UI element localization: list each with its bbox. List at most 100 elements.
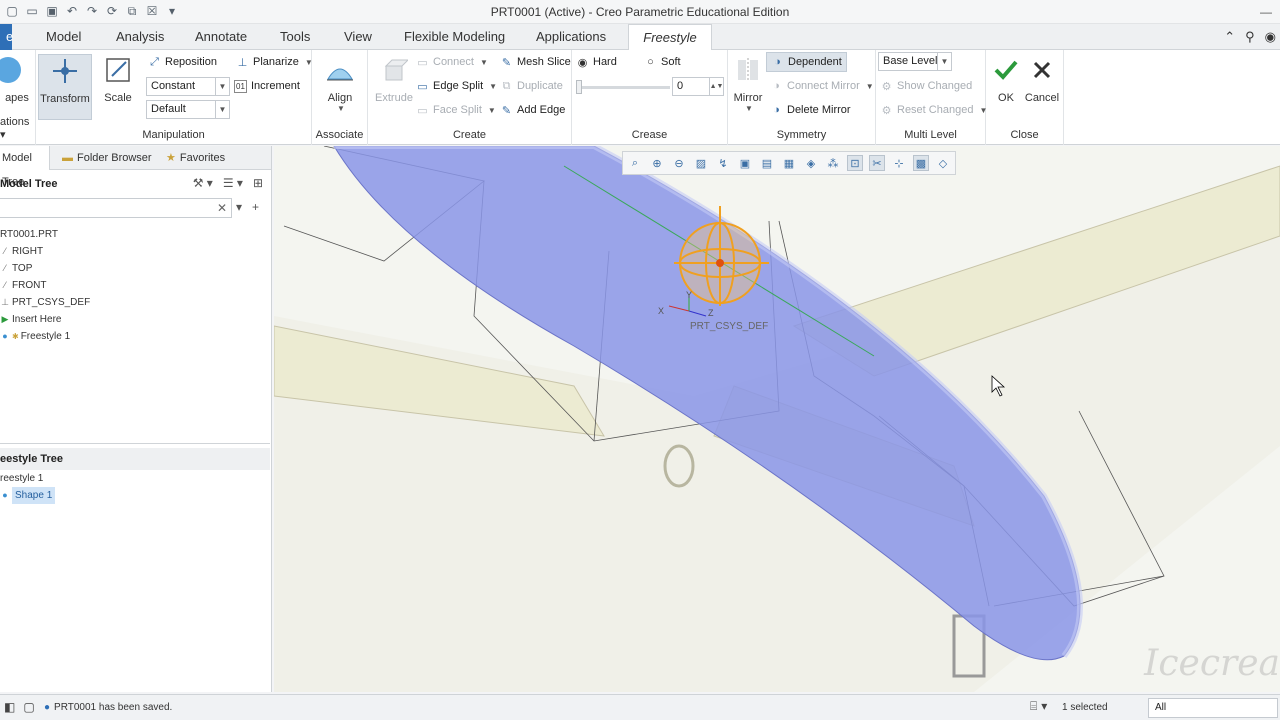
scale-icon [102, 54, 134, 86]
ok-button[interactable]: OK [986, 54, 1026, 120]
increment-button[interactable]: 01 Increment [234, 76, 300, 96]
show-changed-button[interactable]: ⚙ Show Changed [880, 76, 973, 96]
show-changed-icon: ⚙ [881, 80, 892, 93]
reorient-icon[interactable]: ↯ [715, 155, 731, 171]
panel-divider[interactable] [0, 443, 270, 444]
zoom-in-icon[interactable]: ⊕ [649, 155, 665, 171]
search-icon[interactable]: ⚲ [1245, 29, 1255, 45]
dropdown-icon[interactable]: ▾ [236, 200, 242, 214]
tab-annotate[interactable]: Annotate [183, 24, 259, 50]
tab-freestyle[interactable]: Freestyle [628, 24, 712, 50]
annotation-display-icon[interactable]: ⊡ [847, 155, 863, 171]
mesh-display-icon[interactable]: ▩ [913, 155, 929, 171]
connect-mirror-button[interactable]: ◑ Connect Mirror ▼ [770, 76, 874, 96]
cancel-button[interactable]: Cancel [1022, 54, 1062, 120]
spin-center-icon[interactable]: ✂ [869, 155, 885, 171]
planarize-button[interactable]: ⊥ Planarize ▼ [236, 52, 313, 72]
add-icon[interactable]: + [252, 200, 259, 214]
view-manager-icon[interactable]: ▤ [759, 155, 775, 171]
tab-file[interactable]: e [0, 24, 13, 50]
saved-views-icon[interactable]: ▣ [737, 155, 753, 171]
extrude-button[interactable]: Extrude [368, 54, 420, 120]
tab-model[interactable]: Model [34, 24, 93, 50]
face-split-button[interactable]: ▭ Face Split ▼ [416, 100, 496, 120]
transform-button[interactable]: Transform [38, 54, 92, 120]
settings-icon[interactable]: ⚒ ▾ [193, 176, 213, 190]
watermark-logo: Icecrea [1144, 643, 1280, 684]
mirror-dropdown-icon[interactable]: ▼ [745, 104, 753, 113]
clear-icon[interactable]: ✕ [217, 201, 227, 215]
freestyle-feature-icon: ● [2, 331, 8, 341]
crease-value-input[interactable]: 0 ▲▼ [672, 77, 724, 96]
graphics-viewport[interactable]: X Y Z PRT_CSYS_DEF ⌕ ⊕ ⊖ ▨ ↯ ▣ ▤ ▦ ◈ ⁂ ⊡… [274, 146, 1280, 692]
group-shapes-label[interactable]: ations ▾ [0, 116, 35, 141]
base-level-select[interactable]: Base Level ▼ [878, 52, 952, 71]
tab-favorites[interactable]: ★ Favorites [160, 146, 231, 170]
crease-slider[interactable] [576, 80, 670, 94]
edge-split-button[interactable]: ▭ Edge Split ▼ [416, 76, 497, 96]
add-edge-button[interactable]: ✎ Add Edge [500, 100, 565, 120]
align-button[interactable]: Align ▼ [314, 54, 366, 120]
hard-radio[interactable]: ◉ Hard [576, 52, 617, 72]
repaint-icon[interactable]: ▨ [693, 155, 709, 171]
help-icon[interactable]: ◉ [1265, 29, 1276, 45]
browser-toggle-icon[interactable]: ▢ [23, 700, 34, 714]
tree-item-csys[interactable]: ⊥ PRT_CSYS_DEF [0, 294, 270, 311]
info-icon: ● [44, 702, 51, 713]
dependent-icon: ◑ [774, 56, 781, 68]
chevron-down-icon[interactable]: ▾ [1041, 699, 1047, 714]
tree-item-right[interactable]: ⁄ RIGHT [0, 243, 270, 260]
display-style-icon[interactable]: ▦ [781, 155, 797, 171]
tree-item-top[interactable]: ⁄ TOP [0, 260, 270, 277]
duplicate-button[interactable]: ⧉ Duplicate [500, 76, 563, 96]
tab-analysis[interactable]: Analysis [104, 24, 176, 50]
minimize-icon[interactable]: — [1252, 0, 1280, 24]
show-icon[interactable]: ☰ ▾ [223, 176, 243, 190]
dependent-button[interactable]: ◑ Dependent [766, 52, 847, 72]
delete-mirror-icon: ◑ [773, 104, 780, 116]
model-canvas[interactable] [274, 146, 1280, 692]
filter-icon[interactable]: ⊞ [253, 176, 263, 190]
selection-filter-select[interactable]: All [1148, 698, 1278, 718]
binoculars-icon[interactable]: ⌸ [1030, 699, 1037, 714]
csys-display-icon[interactable]: ⊹ [891, 155, 907, 171]
scale-button[interactable]: Scale [92, 54, 144, 120]
zoom-out-icon[interactable]: ⊖ [671, 155, 687, 171]
mesh-slice-button[interactable]: ✎ Mesh Slice [500, 52, 571, 72]
tab-tools[interactable]: Tools [268, 24, 322, 50]
delete-mirror-button[interactable]: ◑ Delete Mirror [770, 100, 850, 120]
align-dropdown-icon[interactable]: ▼ [337, 104, 345, 113]
tab-folder-browser[interactable]: ▬ Folder Browser [56, 146, 158, 170]
navigator-tabs: Model Tree ▬ Folder Browser ★ Favorites [0, 146, 271, 188]
perspective-icon[interactable]: ◈ [803, 155, 819, 171]
spinner-icon[interactable]: ▲▼ [709, 78, 723, 95]
tab-view[interactable]: View [332, 24, 384, 50]
tree-search-input[interactable]: ✕ [0, 198, 232, 218]
tab-applications[interactable]: Applications [524, 24, 618, 50]
connect-button[interactable]: ▭ Connect ▼ [416, 52, 488, 72]
render-icon[interactable]: ◇ [935, 155, 951, 171]
tab-model-tree[interactable]: Model Tree [0, 146, 50, 188]
collapse-ribbon-icon[interactable]: ⌃ [1224, 29, 1235, 45]
edge-split-dropdown-icon[interactable]: ▼ [489, 82, 497, 91]
tree-item-part[interactable]: RT0001.PRT [0, 226, 270, 243]
soft-radio[interactable]: ○ Soft [644, 52, 680, 72]
crease-slider-handle[interactable] [576, 80, 582, 94]
reset-changed-button[interactable]: ⚙ Reset Changed ▼ [880, 100, 988, 120]
tree-item-insert-here[interactable]: ▶ Insert Here [0, 311, 270, 328]
freestyle-tree-root[interactable]: reestyle 1 [0, 470, 270, 487]
datum-display-icon[interactable]: ⁂ [825, 155, 841, 171]
group-associate: Align ▼ Associate [312, 50, 368, 145]
shapes-button[interactable]: apes [0, 54, 34, 120]
refit-icon[interactable]: ⌕ [627, 155, 643, 171]
navigator-toggle-icon[interactable]: ◧ [4, 700, 15, 714]
increment-icon: 01 [234, 79, 247, 93]
datum-plane-icon: ⁄ [4, 280, 6, 290]
tree-item-front[interactable]: ⁄ FRONT [0, 277, 270, 294]
mode-select[interactable]: Constant ▼ [146, 77, 230, 96]
tab-flexible-modeling[interactable]: Flexible Modeling [392, 24, 517, 50]
tree-item-freestyle[interactable]: ● ✱ Freestyle 1 [0, 328, 270, 345]
reposition-button[interactable]: ⤢ Reposition [148, 52, 217, 72]
freestyle-tree-shape[interactable]: ● Shape 1 [0, 487, 270, 504]
level-select[interactable]: Default ▼ [146, 100, 230, 119]
